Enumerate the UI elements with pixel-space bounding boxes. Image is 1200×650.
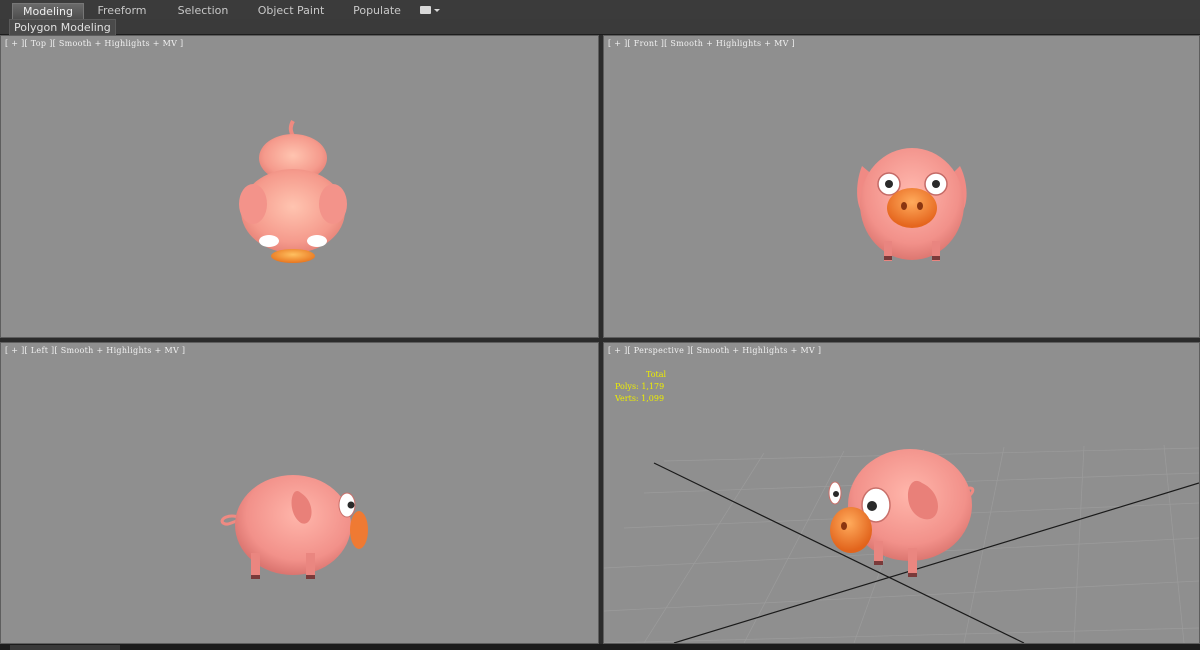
tab-modeling[interactable]: Modeling <box>12 3 84 19</box>
tab-populate[interactable]: Populate <box>346 3 408 18</box>
panel-bar: Polygon Modeling <box>0 19 1200 36</box>
tab-freeform[interactable]: Freeform <box>90 3 154 18</box>
display-dropdown-icon[interactable] <box>420 5 440 15</box>
timeline-strip <box>0 644 1200 650</box>
tab-selection[interactable]: Selection <box>170 3 236 18</box>
pig-perspective-view <box>828 449 975 577</box>
viewport-front[interactable]: [ + ][ Front ][ Smooth + Highlights + MV… <box>603 35 1200 338</box>
pig-left-view <box>220 475 368 579</box>
polygon-modeling-panel[interactable]: Polygon Modeling <box>9 19 116 36</box>
perspective-scene <box>604 444 1199 643</box>
pig-front-view <box>857 148 967 261</box>
viewport-perspective[interactable]: [ + ][ Perspective ][ Smooth + Highlight… <box>603 342 1200 644</box>
ribbon-tab-bar: Modeling Freeform Selection Object Paint… <box>0 0 1200 20</box>
viewport-top[interactable]: [ + ][ Top ][ Smooth + Highlights + MV ] <box>0 35 599 338</box>
tab-object-paint[interactable]: Object Paint <box>252 3 330 18</box>
timeline-slider[interactable] <box>10 645 120 650</box>
viewport-left[interactable]: [ + ][ Left ][ Smooth + Highlights + MV … <box>0 342 599 644</box>
pig-top-view <box>239 120 347 263</box>
